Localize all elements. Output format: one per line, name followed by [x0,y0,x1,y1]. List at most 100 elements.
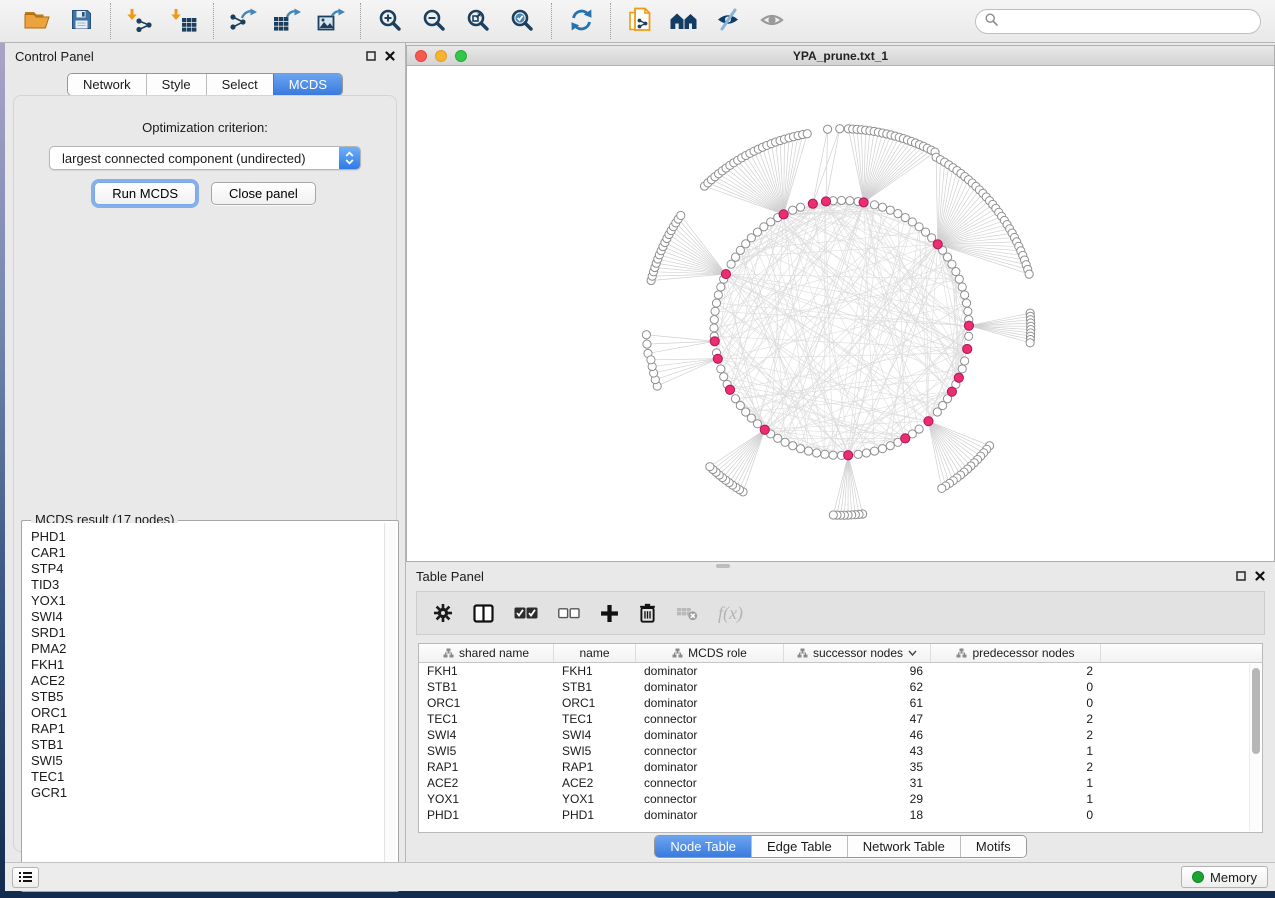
criterion-dropdown[interactable]: largest connected component (undirected) [49,146,361,170]
tab-edge-table[interactable]: Edge Table [751,836,847,857]
select-all-columns-button[interactable] [514,607,538,619]
table-cell: ORC1 [554,696,636,710]
network-canvas[interactable] [407,67,1274,561]
table-cell: RAP1 [554,760,636,774]
table-row[interactable]: ORC1ORC1dominator610 [419,695,1262,711]
table-row[interactable]: FKH1FKH1dominator962 [419,663,1262,679]
show-task-history-button[interactable] [12,867,39,888]
table-row[interactable]: TEC1TEC1connector472 [419,711,1262,727]
table-cell: 1 [931,776,1101,790]
table-row[interactable]: YOX1YOX1connector291 [419,791,1262,807]
memory-button[interactable]: Memory [1181,866,1268,888]
table-toolbar: f(x) [416,591,1265,635]
mcds-result-item[interactable]: CAR1 [31,545,383,561]
mcds-result-item[interactable]: SWI5 [31,753,383,769]
float-panel-icon[interactable] [366,49,376,64]
tab-node-table[interactable]: Node Table [655,836,751,857]
close-panel-icon[interactable] [385,49,395,64]
network-graph[interactable] [407,67,1274,561]
save-session-button[interactable] [64,4,98,38]
search-field[interactable] [975,9,1261,34]
mcds-result-item[interactable]: ACE2 [31,673,383,689]
mcds-result-item[interactable]: RAP1 [31,721,383,737]
export-image-icon [317,8,345,35]
table-cell: dominator [636,696,784,710]
mcds-result-item[interactable]: YOX1 [31,593,383,609]
tab-motifs[interactable]: Motifs [960,836,1026,857]
table-cell: ACE2 [554,776,636,790]
network-window-titlebar[interactable]: YPA_prune.txt_1 [407,46,1274,66]
table-cell: FKH1 [419,664,554,678]
split-panel-button[interactable] [473,604,494,623]
network-view-window: YPA_prune.txt_1 [406,45,1275,562]
mcds-list-scrollbar[interactable] [384,523,396,889]
search-input[interactable] [1003,14,1251,28]
tab-network-table[interactable]: Network Table [847,836,960,857]
column-header-predecessor-nodes[interactable]: predecessor nodes [931,644,1101,662]
table-row[interactable]: ACE2ACE2connector311 [419,775,1262,791]
scrollbar-thumb[interactable] [1252,668,1260,754]
show-all-networks-button[interactable] [667,4,701,38]
table-row[interactable]: PHD1PHD1dominator180 [419,807,1262,823]
window-minimize-icon[interactable] [435,50,447,62]
tab-select[interactable]: Select [206,74,273,95]
open-file-button[interactable] [20,4,54,38]
create-column-button[interactable] [600,604,619,623]
table-options-button[interactable] [433,603,453,623]
show-hidden-button[interactable] [755,4,789,38]
panel-divider-handle[interactable] [716,564,730,568]
table-cell: 62 [784,680,931,694]
app-window: Control Panel Network Style Select MCDS … [5,43,1275,891]
mcds-result-list[interactable]: PHD1CAR1STP4TID3YOX1SWI4SRD1PMA2FKH1ACE2… [24,523,383,889]
mcds-result-item[interactable]: STP4 [31,561,383,577]
run-mcds-button[interactable]: Run MCDS [94,182,196,205]
mcds-result-item[interactable]: TEC1 [31,769,383,785]
table-row[interactable]: RAP1RAP1dominator352 [419,759,1262,775]
refresh-view-button[interactable] [564,4,598,38]
table-cell: 47 [784,712,931,726]
mcds-result-item[interactable]: ORC1 [31,705,383,721]
column-header-mcds-role[interactable]: MCDS role [636,644,784,662]
zoom-fit-button[interactable] [461,4,495,38]
zoom-out-button[interactable] [417,4,451,38]
deselect-all-columns-button[interactable] [558,608,580,619]
delete-table-button-disabled [676,606,698,621]
mcds-result-item[interactable]: STB5 [31,689,383,705]
export-image-button[interactable] [314,4,348,38]
mcds-result-item[interactable]: PMA2 [31,641,383,657]
window-close-icon[interactable] [415,50,427,62]
table-row[interactable]: SWI4SWI4dominator462 [419,727,1262,743]
import-table-button[interactable] [167,4,201,38]
delete-columns-button[interactable] [639,603,656,623]
dropdown-stepper-icon[interactable] [339,147,360,169]
mcds-result-item[interactable]: PHD1 [31,529,383,545]
mcds-result-item[interactable]: GCR1 [31,785,383,801]
float-panel-icon[interactable] [1236,569,1246,584]
column-header-shared-name[interactable]: shared name [419,644,554,662]
hide-selected-button[interactable] [711,4,745,38]
export-table-button[interactable] [270,4,304,38]
mcds-result-item[interactable]: SRD1 [31,625,383,641]
table-row[interactable]: SWI5SWI5connector431 [419,743,1262,759]
houses-icon [669,9,699,34]
table-row[interactable]: STB1STB1dominator620 [419,679,1262,695]
import-network-button[interactable] [123,4,157,38]
column-header-name[interactable]: name [554,644,636,662]
tab-mcds[interactable]: MCDS [273,74,342,95]
close-panel-button[interactable]: Close panel [211,182,316,205]
mcds-result-item[interactable]: TID3 [31,577,383,593]
close-panel-icon[interactable] [1255,569,1265,584]
mcds-result-item[interactable]: STB1 [31,737,383,753]
mcds-result-item[interactable]: SWI4 [31,609,383,625]
mcds-result-item[interactable]: FKH1 [31,657,383,673]
column-header-successor-nodes[interactable]: successor nodes [784,644,931,662]
window-zoom-icon[interactable] [455,50,467,62]
table-scrollbar[interactable] [1249,664,1261,831]
tab-style[interactable]: Style [146,74,206,95]
export-network-button[interactable] [226,4,260,38]
tab-network[interactable]: Network [68,74,146,95]
new-network-from-selection-button[interactable] [623,4,657,38]
zoom-selected-button[interactable] [505,4,539,38]
function-builder-button-disabled: f(x) [718,603,743,624]
zoom-in-button[interactable] [373,4,407,38]
